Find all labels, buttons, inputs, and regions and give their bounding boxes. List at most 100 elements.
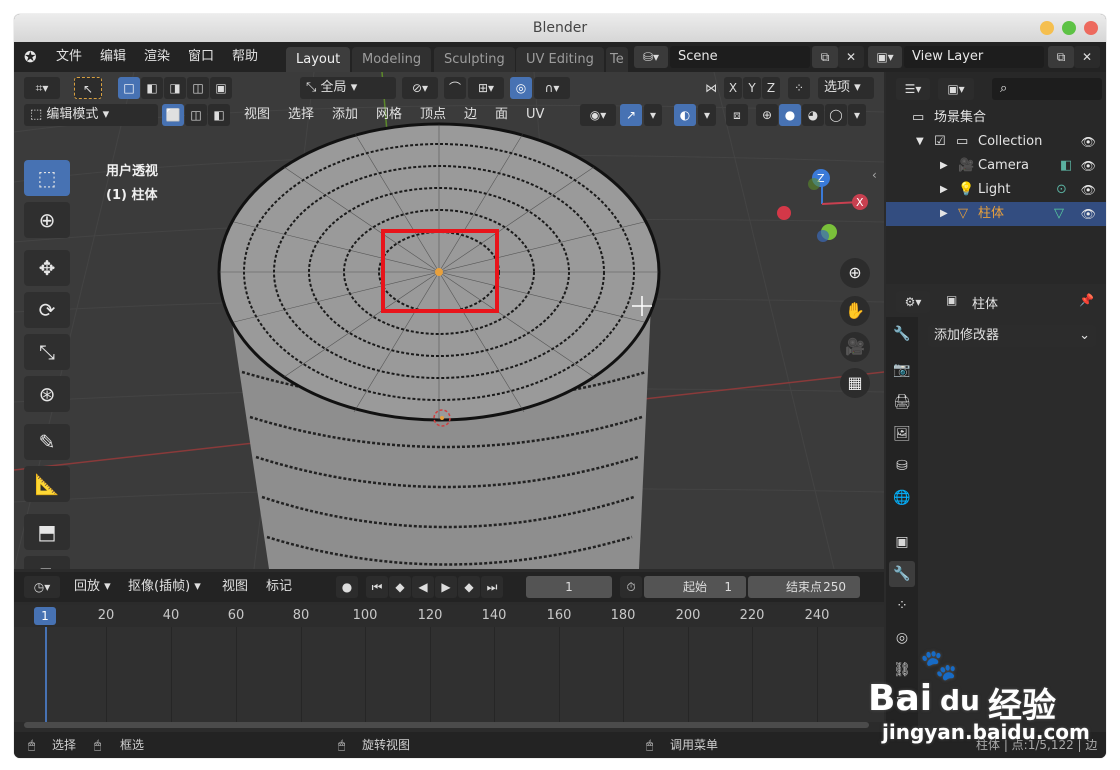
- play-reverse-icon[interactable]: ◀: [412, 576, 434, 598]
- editor-type-icon[interactable]: ⌗▾: [24, 77, 60, 99]
- properties-editor-type-icon[interactable]: ⚙▾: [896, 291, 930, 313]
- display-mode-icon[interactable]: ▣▾: [938, 78, 974, 100]
- camera-data-icon[interactable]: ◧: [1060, 154, 1072, 178]
- rotate-tool-icon[interactable]: ⟳: [24, 292, 70, 328]
- mirror-y-toggle[interactable]: Y: [743, 77, 761, 99]
- vertex-select-icon[interactable]: ⬜: [162, 104, 184, 126]
- material-shading-icon[interactable]: ◕: [802, 104, 824, 126]
- timeline-view-menu[interactable]: 视图: [222, 576, 248, 598]
- tab-sculpting[interactable]: Sculpting: [434, 47, 515, 72]
- view-layer-selector-icon[interactable]: ▣▾: [868, 46, 902, 68]
- scene-field[interactable]: Scene: [670, 46, 810, 68]
- eye-icon[interactable]: 👁: [1081, 154, 1096, 178]
- gizmo-toggle-icon[interactable]: ↗: [620, 104, 642, 126]
- move-tool-icon[interactable]: ✥: [24, 250, 70, 286]
- transform-tool-icon[interactable]: ⊛: [24, 376, 70, 412]
- snap-target-icon[interactable]: ⊞▾: [468, 77, 504, 99]
- select-new-icon[interactable]: □: [118, 77, 140, 99]
- menu-select[interactable]: 选择: [288, 104, 314, 126]
- scene-selector-icon[interactable]: ⛁▾: [634, 46, 668, 68]
- pan-hand-icon[interactable]: ✋: [840, 296, 870, 326]
- overlay-dropdown-icon[interactable]: ▾: [698, 104, 716, 126]
- ortho-grid-icon[interactable]: ▦: [840, 368, 870, 398]
- view-layer-properties-icon[interactable]: 🖼: [889, 421, 915, 447]
- render-properties-icon[interactable]: 📷: [889, 357, 915, 383]
- eye-icon[interactable]: 👁: [1081, 202, 1096, 226]
- tab-layout[interactable]: Layout: [286, 47, 351, 72]
- proportional-edit-icon[interactable]: ◎: [510, 77, 532, 99]
- select-tool-icon[interactable]: ↖: [74, 77, 102, 99]
- select-intersect-icon[interactable]: ▣: [210, 77, 232, 99]
- select-subtract-icon[interactable]: ◨: [164, 77, 186, 99]
- eye-icon[interactable]: 👁: [1081, 130, 1096, 154]
- tab-texture-paint[interactable]: Te: [606, 47, 628, 72]
- end-frame-field[interactable]: 结束点 250: [748, 576, 860, 598]
- mode-select[interactable]: ⬚ 编辑模式 ▾: [24, 104, 158, 126]
- view-layer-field[interactable]: View Layer: [904, 46, 1044, 68]
- pivot-point-icon[interactable]: ⊘▾: [402, 77, 438, 99]
- mesh-data-icon[interactable]: ▽: [1054, 202, 1064, 226]
- mirror-z-toggle[interactable]: Z: [762, 77, 780, 99]
- outliner-item-cylinder[interactable]: ▶ ▽ 柱体 ▽ 👁: [886, 202, 1106, 226]
- mirror-icon[interactable]: ⋈: [700, 77, 722, 99]
- tab-uv-editing[interactable]: UV Editing: [516, 47, 604, 72]
- playback-menu[interactable]: 回放 ▾: [74, 576, 111, 598]
- world-properties-icon[interactable]: 🌐: [889, 485, 915, 511]
- menu-face[interactable]: 面: [495, 104, 508, 126]
- menu-file[interactable]: 文件: [56, 42, 82, 72]
- current-frame-field[interactable]: 1: [526, 576, 612, 598]
- menu-vertex[interactable]: 顶点: [420, 104, 446, 126]
- object-properties-icon[interactable]: ▣: [889, 529, 915, 555]
- new-view-layer-icon[interactable]: ⧉: [1048, 46, 1074, 68]
- menu-view[interactable]: 视图: [244, 104, 270, 126]
- select-invert-icon[interactable]: ◫: [187, 77, 209, 99]
- menu-window[interactable]: 窗口: [188, 42, 214, 72]
- face-select-icon[interactable]: ◧: [208, 104, 230, 126]
- close-button[interactable]: [1084, 21, 1098, 35]
- timeline-scrollbar[interactable]: [24, 722, 869, 728]
- marker-menu[interactable]: 标记: [266, 576, 292, 598]
- menu-mesh[interactable]: 网格: [376, 104, 402, 126]
- new-scene-icon[interactable]: ⧉: [812, 46, 838, 68]
- proportional-falloff-icon[interactable]: ∩▾: [534, 77, 570, 99]
- mirror-x-toggle[interactable]: X: [724, 77, 742, 99]
- gizmo-neg-z-icon[interactable]: [817, 230, 829, 242]
- particles-properties-icon[interactable]: ⁘: [889, 593, 915, 619]
- output-properties-icon[interactable]: 🖨: [889, 389, 915, 415]
- record-icon[interactable]: ●: [336, 576, 358, 598]
- tab-modeling[interactable]: Modeling: [352, 47, 432, 72]
- keying-menu[interactable]: 抠像(插帧) ▾: [128, 576, 201, 598]
- minimize-button[interactable]: [1040, 21, 1054, 35]
- menu-help[interactable]: 帮助: [232, 42, 258, 72]
- annotate-tool-icon[interactable]: ✎: [24, 424, 70, 460]
- gizmo-neg-x-icon[interactable]: [777, 206, 791, 220]
- expand-arrow-icon[interactable]: ▼: [916, 130, 924, 154]
- playhead-line[interactable]: [45, 627, 47, 722]
- options-dropdown[interactable]: 选项 ▾: [818, 77, 874, 99]
- expand-arrow-icon[interactable]: ▶: [940, 202, 948, 226]
- outliner-collection[interactable]: ▼ ☑ ▭ Collection 👁: [886, 130, 1106, 154]
- tool-properties-icon[interactable]: 🔧: [889, 321, 915, 347]
- remove-scene-icon[interactable]: ✕: [838, 46, 864, 68]
- add-cube-tool-icon[interactable]: ⬒: [24, 514, 70, 550]
- menu-render[interactable]: 渲染: [144, 42, 170, 72]
- select-extend-icon[interactable]: ◧: [141, 77, 163, 99]
- maximize-button[interactable]: [1062, 21, 1076, 35]
- modifier-properties-icon[interactable]: 🔧: [889, 561, 915, 587]
- stopwatch-icon[interactable]: ⏱: [620, 576, 642, 598]
- expand-arrow-icon[interactable]: ▶: [940, 154, 948, 178]
- xray-toggle-icon[interactable]: ⧈: [726, 104, 748, 126]
- menu-edge[interactable]: 边: [464, 104, 477, 126]
- wireframe-shading-icon[interactable]: ⊕: [756, 104, 778, 126]
- cursor-tool-icon[interactable]: ⊕: [24, 202, 70, 238]
- edge-select-icon[interactable]: ◫: [185, 104, 207, 126]
- menu-uv[interactable]: UV: [526, 104, 544, 126]
- sidebar-toggle-icon[interactable]: ‹: [872, 168, 877, 182]
- extrude-tool-icon[interactable]: ⧉: [24, 556, 70, 569]
- play-icon[interactable]: ▶: [435, 576, 457, 598]
- eye-icon[interactable]: 👁: [1081, 178, 1096, 202]
- scene-properties-icon[interactable]: ⛁: [889, 453, 915, 479]
- transform-orientation-select[interactable]: ⤡ 全局 ▾: [300, 77, 396, 99]
- camera-view-icon[interactable]: 🎥: [840, 332, 870, 362]
- visibility-icon[interactable]: ◉▾: [580, 104, 616, 126]
